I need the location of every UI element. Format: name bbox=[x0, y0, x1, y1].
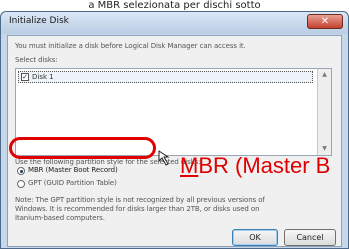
scroll-up-icon[interactable]: ▲ bbox=[318, 69, 331, 81]
intro-text: You must initialize a disk before Logica… bbox=[15, 42, 246, 50]
gpt-radio[interactable] bbox=[17, 180, 25, 188]
check-icon: ✓ bbox=[22, 73, 28, 81]
cancel-button[interactable]: Cancel bbox=[284, 229, 336, 246]
mbr-option-label[interactable]: MBR (Master Boot Record) bbox=[28, 166, 118, 175]
gpt-option-label[interactable]: GPT (GUID Partition Table) bbox=[28, 179, 117, 188]
note-line-1: Note: The GPT partition style is not rec… bbox=[15, 196, 265, 204]
annotation-first-letter: M bbox=[180, 153, 199, 178]
highlight-oval bbox=[9, 137, 156, 159]
annotation-callout: MBR (Master B bbox=[180, 153, 330, 179]
disk-list-item[interactable]: ✓ Disk 1 bbox=[18, 71, 313, 83]
annotation-rest: BR (Master B bbox=[198, 153, 331, 178]
note-line-3: Itanium-based computers. bbox=[15, 214, 105, 222]
arrow-pointer-icon bbox=[158, 150, 170, 166]
close-button[interactable]: ✕ bbox=[307, 14, 343, 29]
select-disks-label: Select disks: bbox=[15, 56, 58, 64]
mbr-radio[interactable] bbox=[17, 167, 25, 175]
disk-checkbox[interactable]: ✓ bbox=[21, 73, 29, 81]
disk-label: Disk 1 bbox=[32, 73, 54, 81]
initialize-disk-dialog: Initialize Disk ✕ You must initialize a … bbox=[0, 11, 349, 249]
title-bar: Initialize Disk ✕ bbox=[1, 12, 348, 34]
note-line-2: Windows. It is recommended for disks lar… bbox=[15, 205, 260, 213]
dialog-title: Initialize Disk bbox=[9, 16, 69, 26]
disk-list-scrollbar[interactable]: ▲ ▼ bbox=[317, 69, 331, 155]
ok-button[interactable]: OK bbox=[232, 229, 278, 246]
close-icon: ✕ bbox=[320, 16, 330, 27]
